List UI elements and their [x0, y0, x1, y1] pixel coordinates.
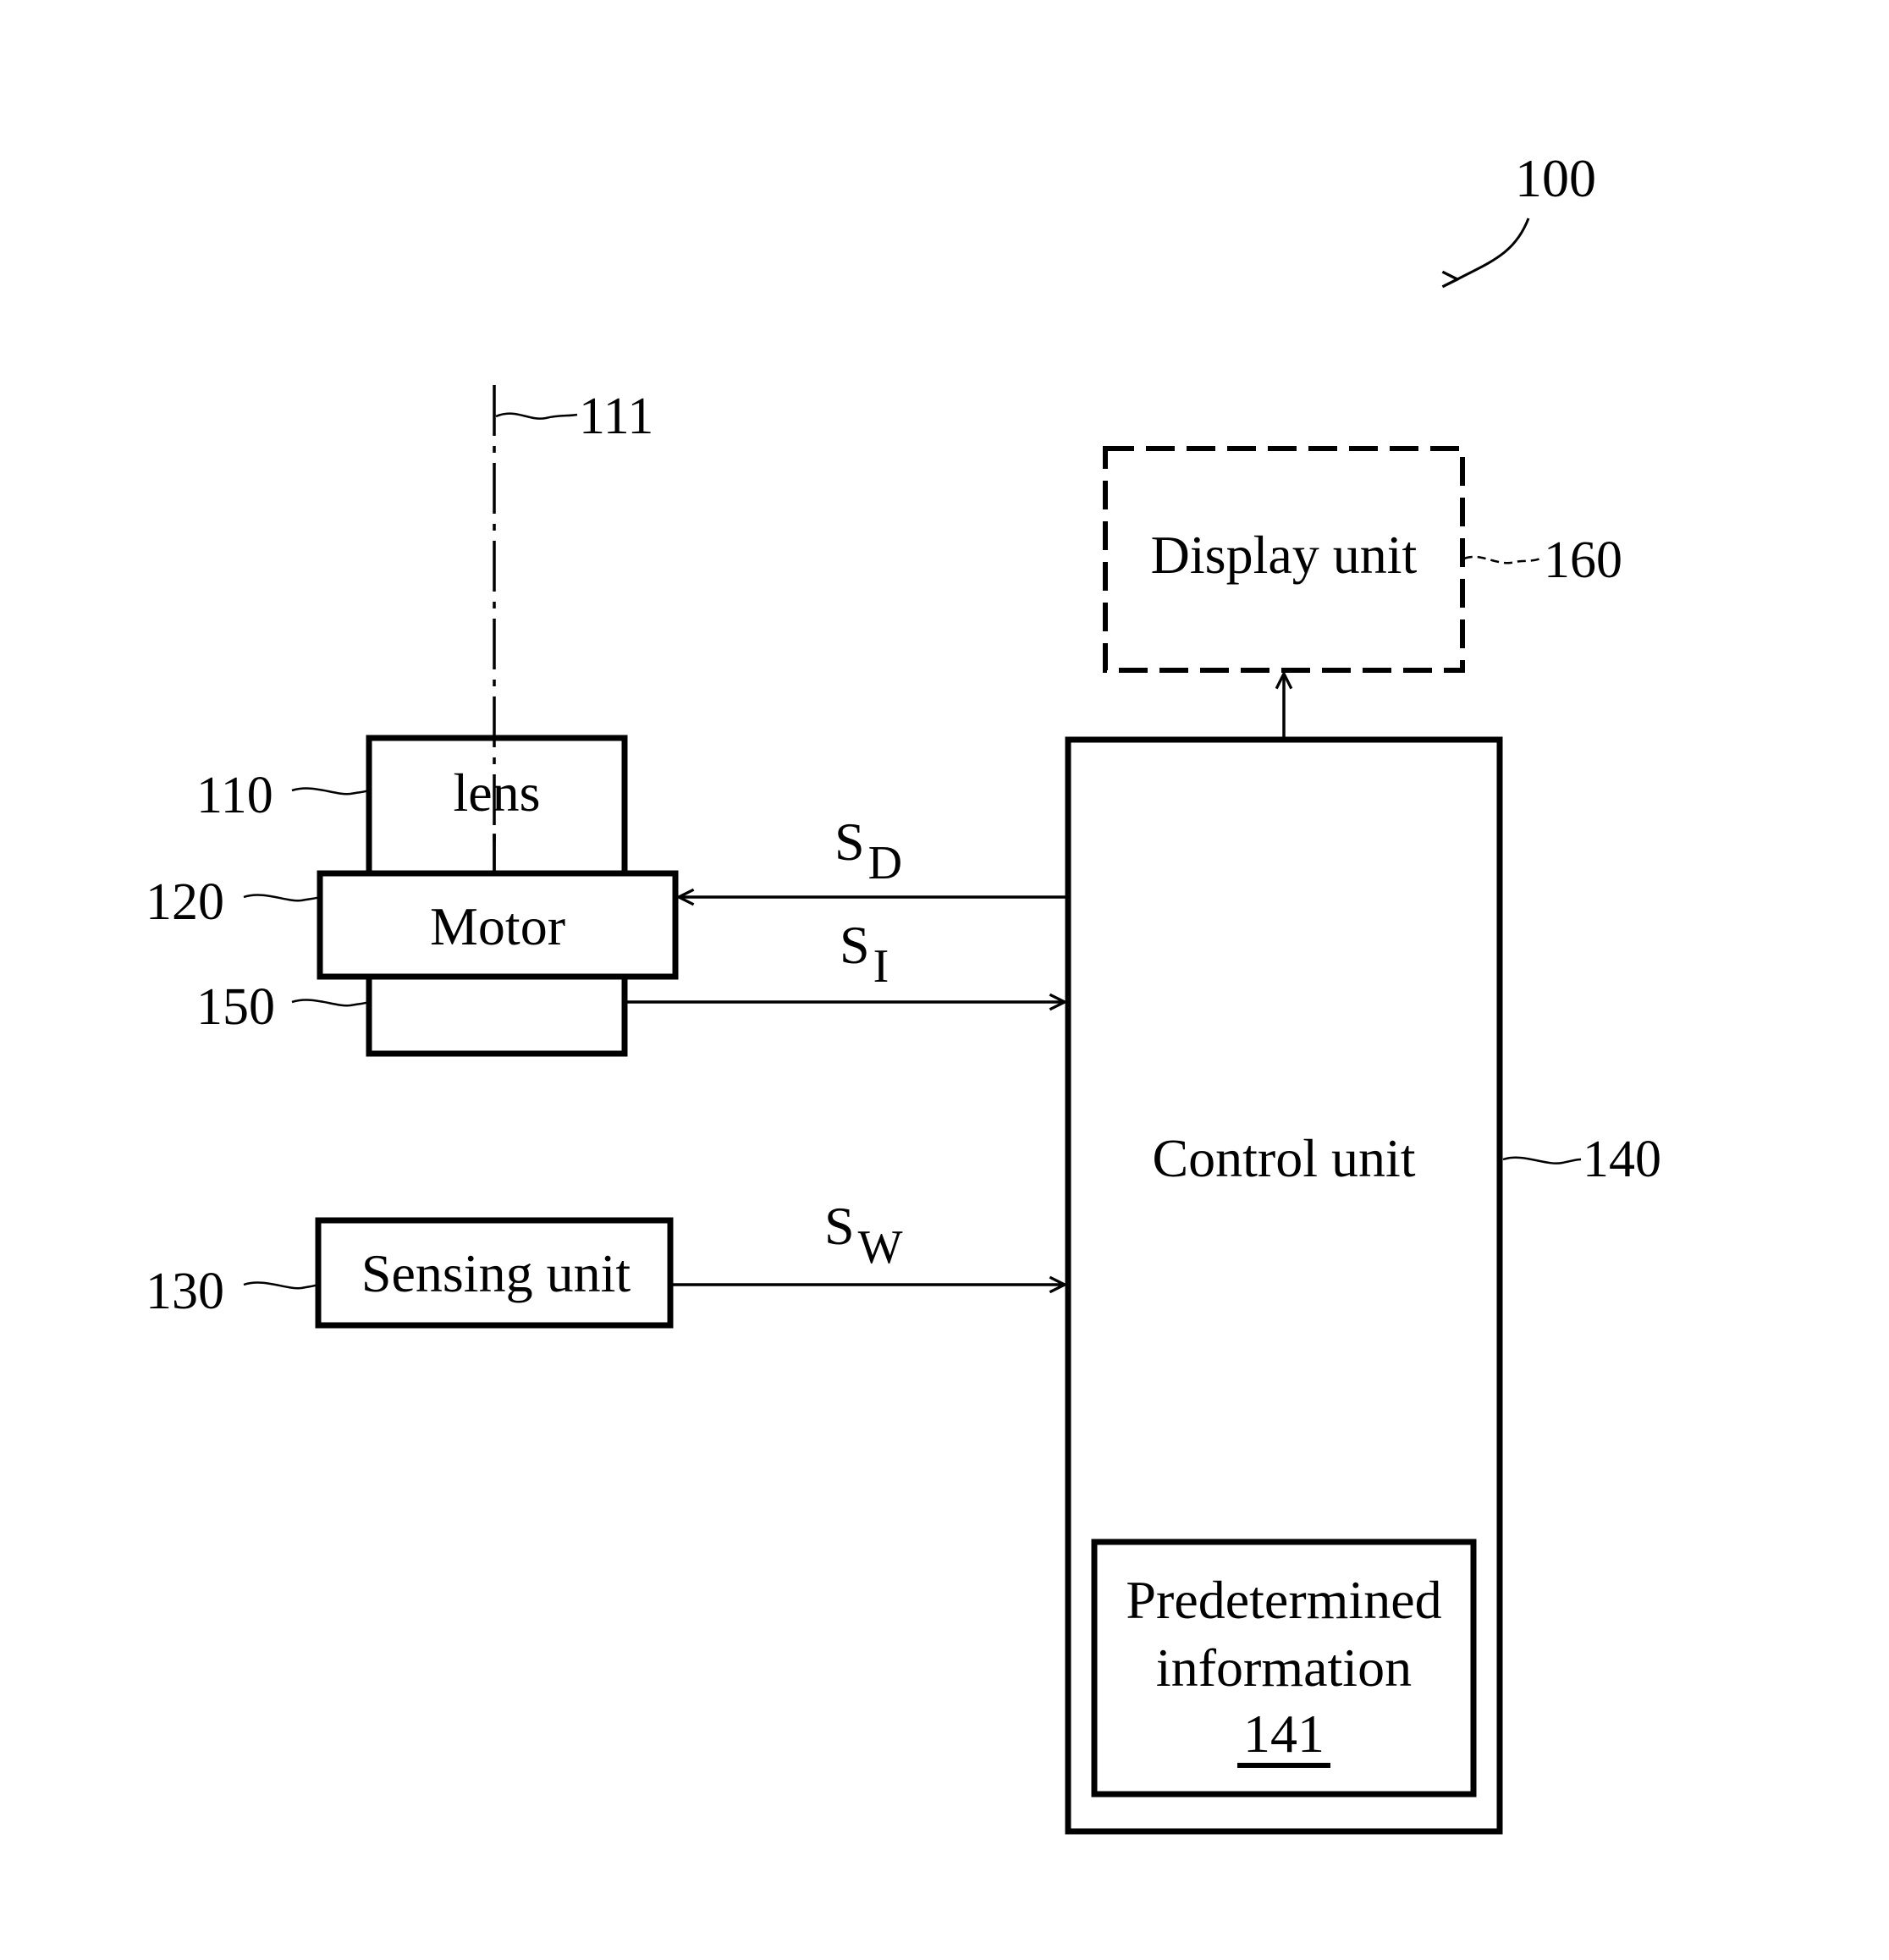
signal-sd-sub: D	[868, 837, 902, 889]
display-unit-leader	[1463, 555, 1541, 564]
display-unit-label: Display unit	[1151, 525, 1418, 585]
optical-axis-leader	[495, 412, 578, 420]
sensing-unit-leader	[243, 1281, 319, 1290]
signal-sw-main: S	[824, 1196, 855, 1256]
signal-sd-main: S	[834, 812, 865, 872]
motor-block: Motor	[317, 870, 679, 980]
signal-sw-label: SW	[824, 1196, 903, 1274]
lens-block: lens	[366, 735, 628, 877]
system-ref-arrow	[1457, 217, 1530, 279]
signal-sw-sub: W	[858, 1221, 903, 1274]
predetermined-info-line1: Predetermined	[1126, 1570, 1441, 1630]
sensing-unit-block: Sensing unit	[315, 1217, 674, 1329]
predetermined-info-line2: information	[1156, 1638, 1412, 1698]
predetermined-info-block: Predetermined information 141	[1091, 1539, 1477, 1798]
motor-ref: 120	[146, 873, 224, 931]
signal-sd-label: SD	[834, 812, 902, 889]
lens-ref: 110	[196, 767, 273, 824]
sensing-unit-label: Sensing unit	[361, 1243, 631, 1303]
motor-leader	[243, 894, 321, 902]
control-unit-label: Control unit	[1152, 1128, 1415, 1188]
sensing-unit-ref: 130	[146, 1263, 224, 1320]
control-unit-leader	[1502, 1156, 1582, 1164]
control-unit-ref: 140	[1583, 1131, 1661, 1188]
optical-axis-ref: 111	[579, 388, 653, 445]
signal-si-main: S	[840, 915, 870, 975]
motor-label: Motor	[430, 896, 565, 956]
lens-leader	[291, 787, 370, 796]
position-sensor-leader	[291, 999, 370, 1007]
position-sensor-ref: 150	[196, 978, 275, 1036]
lens-label: lens	[453, 763, 540, 823]
display-unit-block: Display unit	[1103, 446, 1465, 673]
block-diagram: 100 111 lens 110 150 Motor 120 Sensing u…	[146, 148, 1661, 1835]
predetermined-info-ref: 141	[1243, 1704, 1325, 1764]
signal-si-label: SI	[840, 915, 889, 993]
system-ref-label: 100	[1515, 148, 1596, 208]
signal-si-sub: I	[873, 940, 889, 993]
display-unit-ref: 160	[1544, 531, 1622, 589]
